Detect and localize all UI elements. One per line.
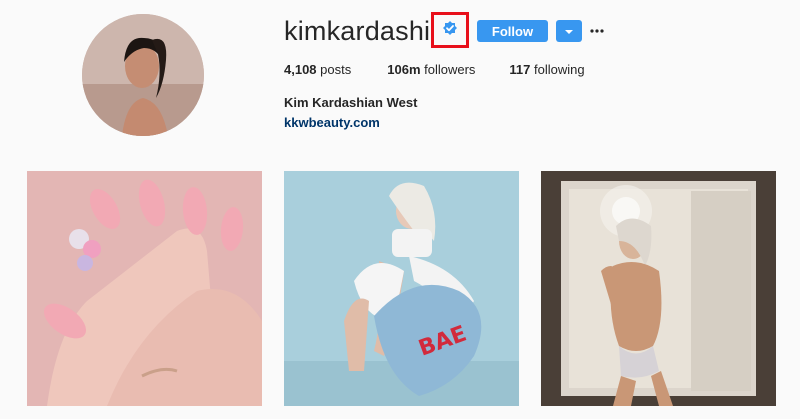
suggestions-dropdown-button[interactable] [556, 20, 582, 42]
post-thumbnail-mirror-selfie[interactable] [541, 171, 776, 406]
posts-count: 4,108 [284, 62, 317, 77]
following-count: 117 [509, 62, 531, 77]
post-thumbnail-nails[interactable] [27, 171, 262, 406]
following-stat[interactable]: 117 following [509, 62, 584, 77]
followers-label: followers [424, 62, 476, 77]
followers-stat[interactable]: 106m followers [387, 62, 475, 77]
posts-label: posts [320, 62, 352, 77]
bae-heart-photo: BAE [284, 171, 519, 406]
profile-website-link[interactable]: kkwbeauty.com [284, 115, 380, 130]
profile-avatar[interactable] [82, 14, 204, 136]
more-options-icon[interactable] [590, 24, 604, 38]
followers-count: 106m [387, 62, 421, 77]
mirror-selfie-photo [541, 171, 776, 406]
verified-badge-icon [441, 19, 459, 42]
posts-count-stat: 4,108 posts [284, 62, 351, 77]
following-label: following [534, 62, 585, 77]
profile-full-name: Kim Kardashian West [284, 95, 418, 110]
verified-badge-highlight [431, 12, 469, 48]
caret-down-icon [564, 22, 574, 40]
nails-photo [27, 171, 262, 406]
post-thumbnail-bae-heart[interactable]: BAE [284, 171, 519, 406]
profile-stats: 4,108 posts 106m followers 117 following [284, 62, 613, 77]
follow-button[interactable]: Follow [477, 20, 548, 42]
